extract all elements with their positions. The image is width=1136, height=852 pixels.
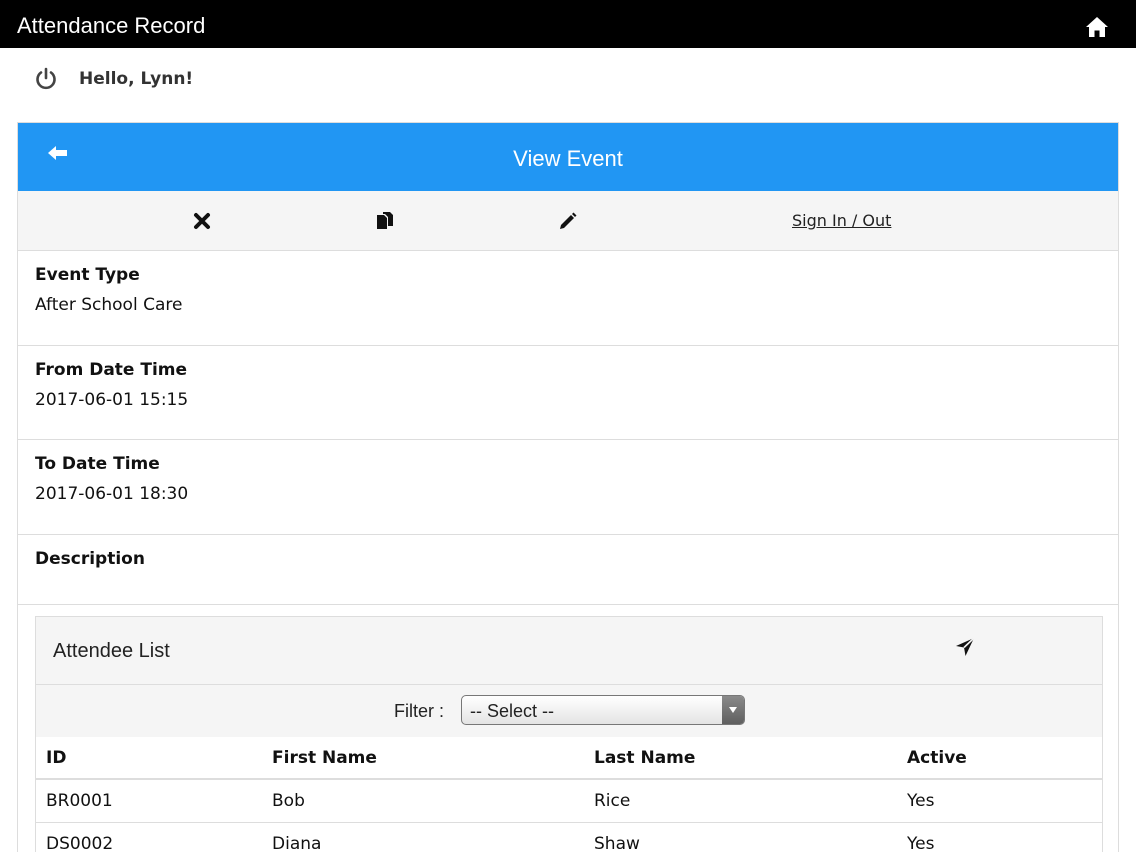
send-icon[interactable]: [954, 636, 976, 658]
field-value: 2017-06-01 15:15: [35, 390, 189, 410]
filter-select[interactable]: -- Select --: [461, 695, 745, 725]
card-header: View Event: [18, 123, 1118, 191]
event-card: View Event Sign In / Out Event Type Afte…: [17, 122, 1119, 852]
attendee-panel-header: Attendee List: [36, 617, 1102, 685]
description-field: Description: [18, 535, 1118, 605]
greeting-text: Hello, Lynn!: [79, 69, 194, 89]
field-label: Description: [35, 549, 145, 569]
cell-active: Yes: [897, 779, 1102, 823]
cell-id: DS0002: [36, 822, 262, 852]
cell-active: Yes: [897, 822, 1102, 852]
filter-label: Filter :: [394, 701, 445, 721]
page-title: View Event: [513, 146, 623, 171]
cell-first-name: Bob: [262, 779, 584, 823]
chevron-down-icon: [722, 696, 744, 724]
field-value: 2017-06-01 18:30: [35, 484, 189, 504]
action-toolbar: Sign In / Out: [18, 191, 1118, 251]
cell-last-name: Shaw: [584, 822, 897, 852]
to-date-time-field: To Date Time 2017-06-01 18:30: [18, 440, 1118, 535]
field-label: To Date Time: [35, 454, 160, 474]
table-row[interactable]: BR0001 Bob Rice Yes: [36, 779, 1102, 823]
field-value: After School Care: [35, 295, 183, 315]
field-label: From Date Time: [35, 360, 188, 380]
delete-icon[interactable]: [192, 211, 212, 231]
cell-first-name: Diana: [262, 822, 584, 852]
power-icon[interactable]: [34, 67, 58, 91]
column-header-active[interactable]: Active: [897, 737, 1102, 780]
cell-id: BR0001: [36, 779, 262, 823]
copy-icon[interactable]: [375, 211, 395, 231]
app-title: Attendance Record: [17, 13, 206, 38]
greeting-bar: Hello, Lynn!: [0, 48, 1136, 112]
app-top-bar: Attendance Record: [0, 0, 1136, 48]
attendee-panel: Attendee List Filter : -- Select -- ID F…: [35, 616, 1103, 852]
home-icon[interactable]: [1085, 16, 1109, 38]
cell-last-name: Rice: [584, 779, 897, 823]
table-header-row: ID First Name Last Name Active: [36, 737, 1102, 780]
sign-in-out-link[interactable]: Sign In / Out: [792, 211, 891, 230]
from-date-time-field: From Date Time 2017-06-01 15:15: [18, 346, 1118, 440]
table-row[interactable]: DS0002 Diana Shaw Yes: [36, 822, 1102, 852]
field-label: Event Type: [35, 265, 140, 285]
attendee-list-title: Attendee List: [53, 640, 170, 662]
attendee-table: ID First Name Last Name Active BR0001 Bo…: [36, 737, 1102, 852]
event-type-field: Event Type After School Care: [18, 251, 1118, 346]
filter-row: Filter : -- Select --: [36, 685, 1102, 737]
filter-selected-value: -- Select --: [470, 701, 555, 721]
column-header-first-name[interactable]: First Name: [262, 737, 584, 780]
edit-icon[interactable]: [558, 211, 578, 231]
column-header-id[interactable]: ID: [36, 737, 262, 780]
column-header-last-name[interactable]: Last Name: [584, 737, 897, 780]
